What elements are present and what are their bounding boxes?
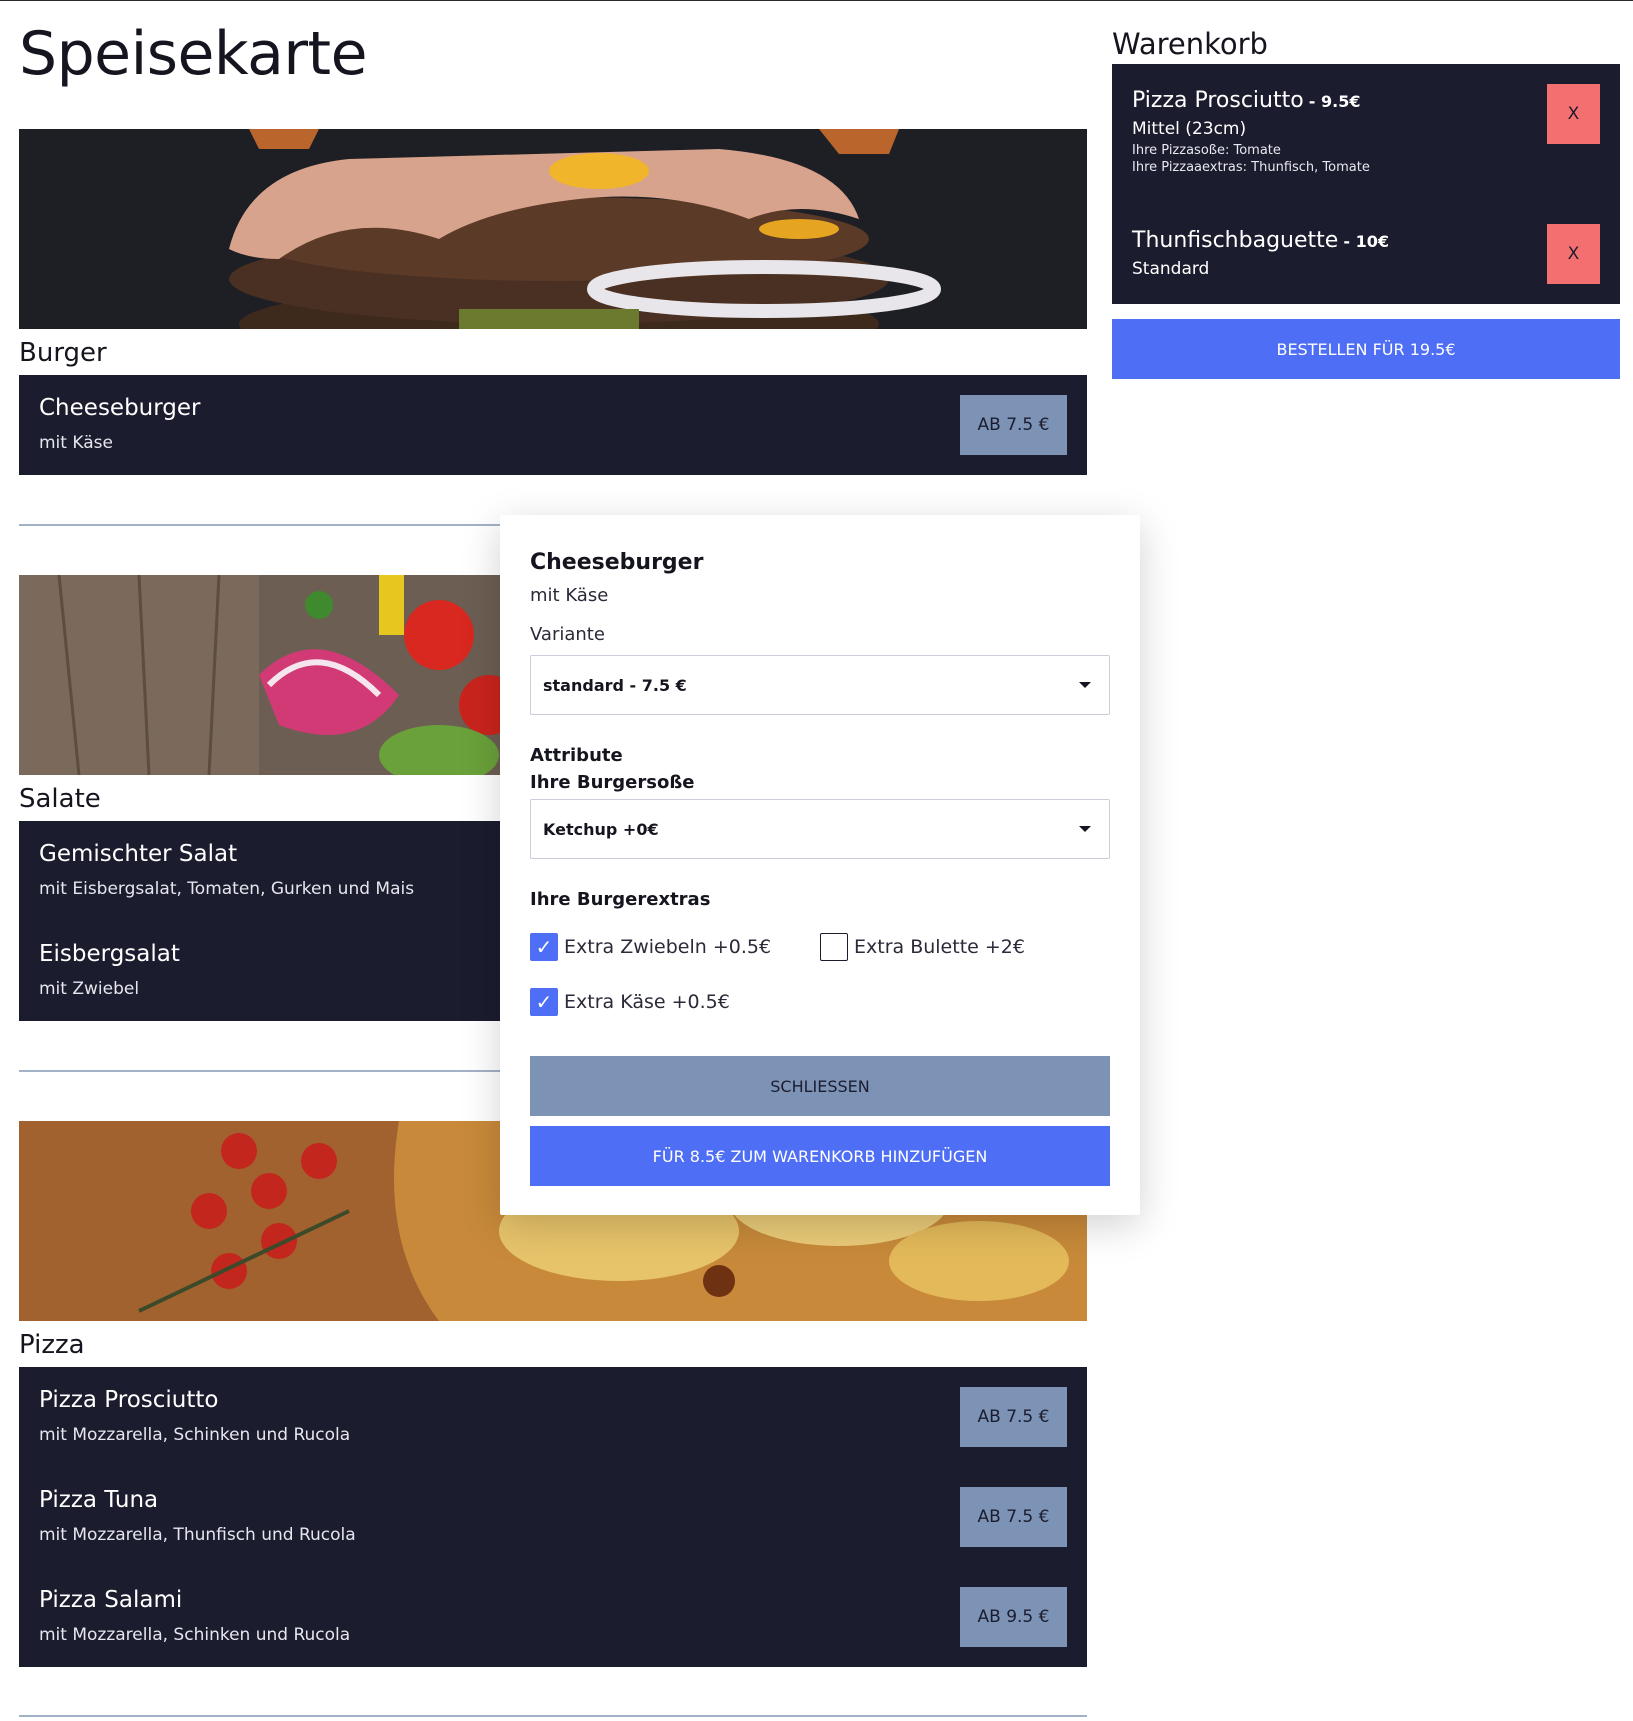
page-title: Speisekarte xyxy=(19,19,368,89)
menu-item[interactable]: Pizza Prosciutto mit Mozzarella, Schinke… xyxy=(39,1367,1067,1467)
menu-item[interactable]: Pizza Salami mit Mozzarella, Schinken un… xyxy=(39,1567,1067,1667)
item-name: Pizza Tuna xyxy=(39,1487,159,1513)
sauce-select[interactable]: Ketchup +0€ xyxy=(530,799,1110,859)
price-button[interactable]: AB 9.5 € xyxy=(960,1587,1067,1647)
extra-option[interactable]: Extra Bulette +2€ xyxy=(820,932,1025,962)
checkbox-unchecked[interactable] xyxy=(820,933,848,961)
cart-item-name: Pizza Prosciutto xyxy=(1132,88,1304,113)
extra-option[interactable]: ✓ Extra Käse +0.5€ xyxy=(530,987,730,1017)
item-description: mit Eisbergsalat, Tomaten, Gurken und Ma… xyxy=(39,879,415,899)
sauce-label: Ihre Burgersoße xyxy=(530,772,695,793)
item-list: Cheeseburger mit Käse AB 7.5 € xyxy=(19,375,1087,475)
cart-list: Pizza Prosciutto - 9.5€ Mittel (23cm) Ih… xyxy=(1112,64,1620,304)
sauce-value: Ketchup +0€ xyxy=(543,819,659,839)
item-description: mit Mozzarella, Schinken und Rucola xyxy=(39,1625,351,1645)
extra-label: Extra Zwiebeln +0.5€ xyxy=(564,936,772,958)
price-button[interactable]: AB 7.5 € xyxy=(960,395,1067,455)
item-name: Eisbergsalat xyxy=(39,941,180,967)
variant-label: Variante xyxy=(530,624,605,645)
item-name: Pizza Prosciutto xyxy=(39,1387,219,1413)
divider xyxy=(19,1715,1087,1717)
close-button[interactable]: SCHLIESSEN xyxy=(530,1056,1110,1116)
chevron-down-icon xyxy=(1079,826,1091,832)
item-description: mit Zwiebel xyxy=(39,979,140,999)
cart-item-variant: Mittel (23cm) xyxy=(1132,119,1247,139)
category-banner-burger xyxy=(19,129,1087,329)
item-name: Cheeseburger xyxy=(39,395,201,421)
checkbox-checked[interactable]: ✓ xyxy=(530,933,558,961)
cart-item-variant: Standard xyxy=(1132,259,1210,279)
cart-item-price: - 10€ xyxy=(1343,232,1390,251)
item-name: Pizza Salami xyxy=(39,1587,183,1613)
item-description: mit Mozzarella, Thunfisch und Rucola xyxy=(39,1525,356,1545)
extra-option[interactable]: ✓ Extra Zwiebeln +0.5€ xyxy=(530,932,771,962)
cart-item-detail: Ihre Pizzaaextras: Thunfisch, Tomate xyxy=(1132,160,1370,175)
cart-title: Warenkorb xyxy=(1112,27,1268,61)
category-burger: Burger Cheeseburger mit Käse AB 7.5 € xyxy=(19,129,1087,475)
cart-item-detail: Ihre Pizzasoße: Tomate xyxy=(1132,143,1281,158)
cart-item-price: - 9.5€ xyxy=(1308,92,1361,111)
menu-item[interactable]: Pizza Tuna mit Mozzarella, Thunfisch und… xyxy=(39,1467,1067,1567)
modal-description: mit Käse xyxy=(530,585,609,606)
item-description: mit Mozzarella, Schinken und Rucola xyxy=(39,1425,351,1445)
chevron-down-icon xyxy=(1079,682,1091,688)
category-title: Burger xyxy=(19,338,107,368)
burger-image xyxy=(19,129,1087,329)
cart-item-name: Thunfischbaguette xyxy=(1132,228,1339,253)
extras-group: ✓ Extra Zwiebeln +0.5€ Extra Bulette +2€… xyxy=(530,920,1110,1030)
item-name: Gemischter Salat xyxy=(39,841,238,867)
price-button[interactable]: AB 7.5 € xyxy=(960,1387,1067,1447)
item-description: mit Käse xyxy=(39,433,113,453)
variant-value: standard - 7.5 € xyxy=(543,675,687,695)
extra-label: Extra Käse +0.5€ xyxy=(564,991,730,1013)
checkbox-checked[interactable]: ✓ xyxy=(530,988,558,1016)
attributes-heading: Attribute xyxy=(530,745,623,766)
extras-label: Ihre Burgerextras xyxy=(530,889,711,910)
modal-title: Cheeseburger xyxy=(530,550,704,575)
price-button[interactable]: AB 7.5 € xyxy=(960,1487,1067,1547)
extra-label: Extra Bulette +2€ xyxy=(854,936,1025,958)
item-list: Pizza Prosciutto mit Mozzarella, Schinke… xyxy=(19,1367,1087,1667)
variant-select[interactable]: standard - 7.5 € xyxy=(530,655,1110,715)
menu-item[interactable]: Cheeseburger mit Käse AB 7.5 € xyxy=(39,375,1067,475)
order-button[interactable]: BESTELLEN FÜR 19.5€ xyxy=(1112,319,1620,379)
add-to-cart-button[interactable]: FÜR 8.5€ ZUM WARENKORB HINZUFÜGEN xyxy=(530,1126,1110,1186)
item-options-modal: Cheeseburger mit Käse Variante standard … xyxy=(500,515,1140,1215)
remove-item-button[interactable]: X xyxy=(1547,84,1600,144)
cart-item: Pizza Prosciutto - 9.5€ Mittel (23cm) Ih… xyxy=(1132,84,1600,175)
cart-item: Thunfischbaguette - 10€ Standard X xyxy=(1132,224,1600,284)
remove-item-button[interactable]: X xyxy=(1547,224,1600,284)
category-title: Pizza xyxy=(19,1330,85,1360)
